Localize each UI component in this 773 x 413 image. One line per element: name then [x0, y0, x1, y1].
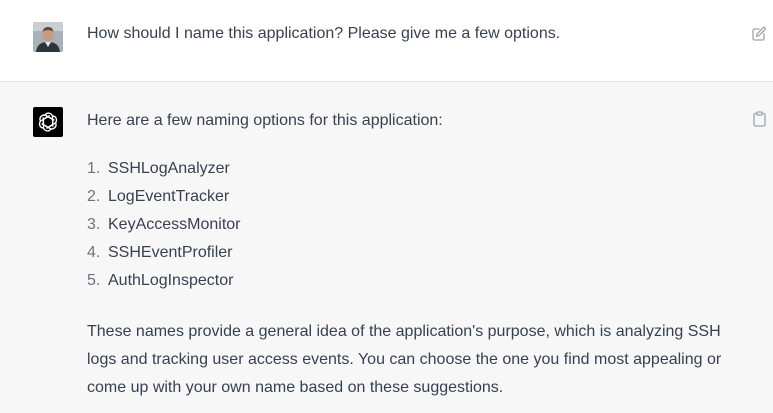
list-item: 2. LogEventTracker — [87, 187, 241, 215]
list-item: 5. AuthLogInspector — [87, 271, 241, 299]
assistant-summary-text: These names provide a general idea of th… — [87, 323, 722, 396]
option-name: LogEventTracker — [108, 188, 230, 205]
assistant-intro-text: Here are a few naming options for this a… — [87, 112, 443, 129]
option-name: SSHEventProfiler — [108, 244, 233, 261]
openai-logo-icon — [38, 112, 58, 132]
option-number: 4. — [87, 244, 101, 261]
user-avatar — [33, 22, 63, 52]
list-item: 3. KeyAccessMonitor — [87, 215, 241, 243]
edit-icon[interactable] — [751, 26, 767, 42]
assistant-avatar — [33, 107, 63, 137]
naming-options-list: 1. SSHLogAnalyzer 2. LogEventTracker 3. Key… — [87, 159, 241, 299]
user-message-text: How should I name this application? Plea… — [87, 25, 561, 42]
option-name: SSHLogAnalyzer — [108, 160, 230, 177]
user-message-row: How should I name this application? Plea… — [0, 0, 773, 82]
assistant-message-row: Here are a few naming options for this a… — [0, 82, 773, 413]
option-name: AuthLogInspector — [108, 272, 234, 289]
option-number: 3. — [87, 216, 101, 233]
list-item: 4. SSHEventProfiler — [87, 243, 241, 271]
list-item: 1. SSHLogAnalyzer — [87, 159, 241, 187]
option-number: 5. — [87, 272, 101, 289]
user-photo-icon — [33, 22, 63, 52]
option-number: 2. — [87, 188, 101, 205]
clipboard-icon[interactable] — [752, 111, 767, 127]
option-name: KeyAccessMonitor — [108, 216, 241, 233]
option-number: 1. — [87, 160, 101, 177]
